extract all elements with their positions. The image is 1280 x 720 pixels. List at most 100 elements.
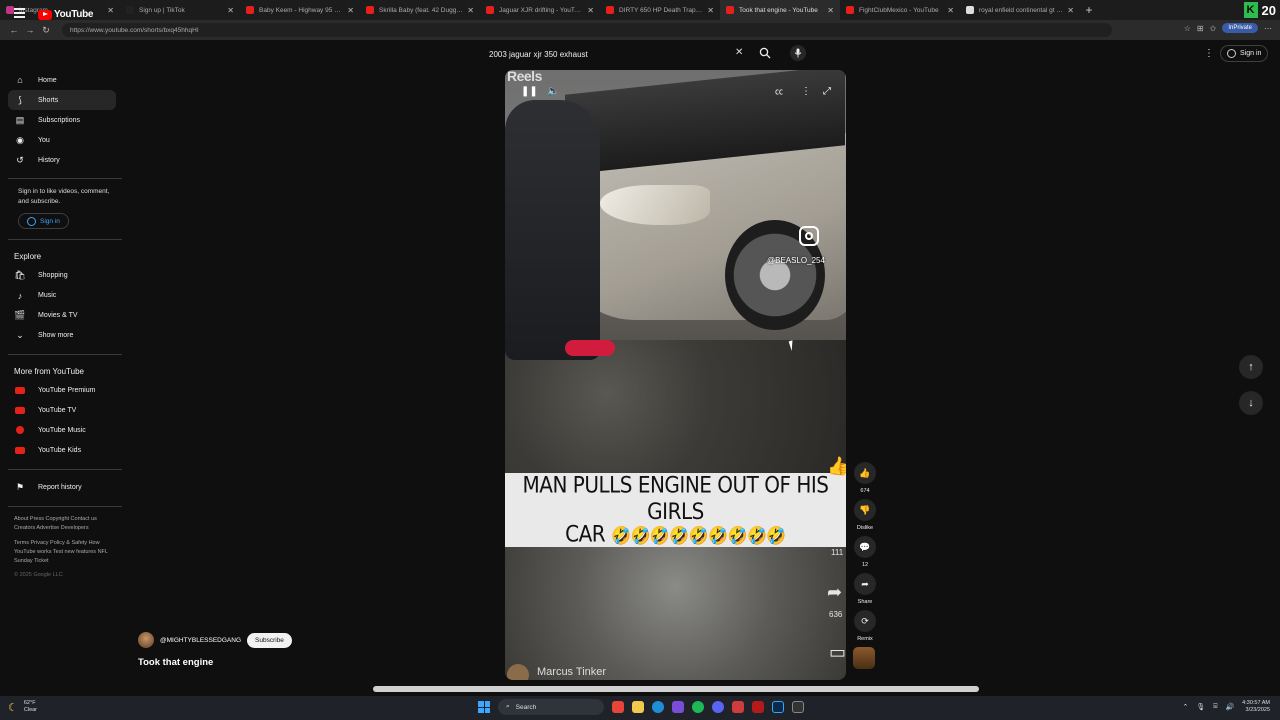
sidebar-item-label: YouTube Music — [38, 427, 86, 434]
file-explorer-icon[interactable] — [632, 701, 644, 713]
inprivate-badge[interactable]: InPrivate — [1222, 23, 1258, 33]
dislike-button[interactable]: 👎 — [854, 499, 876, 521]
youtube-kids-icon — [14, 446, 26, 456]
close-tab-icon[interactable]: ✕ — [227, 6, 234, 15]
discord-icon[interactable] — [712, 701, 724, 713]
close-tab-icon[interactable]: ✕ — [827, 6, 834, 15]
app-icon[interactable] — [732, 701, 744, 713]
close-tab-icon[interactable]: ✕ — [587, 6, 594, 15]
sidebar-item-label: Movies & TV — [38, 312, 78, 319]
volume-icon[interactable]: 🔈 — [547, 86, 559, 97]
search-icon: ⌕ — [506, 703, 510, 710]
remix-button[interactable]: ⟳ — [854, 610, 876, 632]
channel-handle[interactable]: @MIGHTYBLESSEDGANG — [160, 637, 241, 644]
sidebar-item-youtube-premium[interactable]: YouTube Premium — [8, 381, 116, 401]
sidebar-item-subscriptions[interactable]: ▤ Subscriptions — [8, 110, 116, 130]
caption-line-1: MAN PULLS ENGINE OUT OF HIS GIRLS — [522, 471, 829, 525]
back-icon[interactable]: ← — [6, 25, 22, 35]
close-tab-icon[interactable]: ✕ — [1067, 6, 1074, 15]
sidebar-item-youtube-music[interactable]: YouTube Music — [8, 421, 116, 441]
like-label: 674 — [860, 488, 870, 494]
subscribe-button[interactable]: Subscribe — [247, 632, 292, 648]
fullscreen-icon[interactable]: ⤢ — [823, 86, 831, 97]
youtube-logo[interactable]: YouTube — [38, 9, 94, 20]
edge-icon[interactable] — [652, 701, 664, 713]
copyright-text: © 2025 Google LLC — [14, 571, 63, 578]
close-tab-icon[interactable]: ✕ — [107, 6, 114, 15]
footer-links-primary[interactable]: About Press Copyright Contact us Creator… — [0, 515, 110, 533]
tray-chevron-icon[interactable]: ⌃ — [1182, 703, 1188, 711]
sidebar-item-show-more[interactable]: ⌄ Show more — [8, 326, 116, 346]
acrobat-icon[interactable] — [752, 701, 764, 713]
sidebar-item-youtube-kids[interactable]: YouTube Kids — [8, 441, 116, 461]
captions-icon[interactable]: ㏄ — [775, 86, 783, 97]
terminal-icon[interactable] — [792, 701, 804, 713]
voice-search-button[interactable] — [790, 45, 806, 61]
sidebar-item-you[interactable]: ◉ You — [8, 130, 116, 150]
new-tab-button[interactable]: + — [1080, 3, 1098, 17]
microphone-icon[interactable]: 🎙 — [1196, 703, 1205, 711]
search-icon[interactable] — [759, 47, 771, 59]
star-icon[interactable]: ☆ — [1184, 24, 1191, 33]
browser-tab[interactable]: royal enfield continental gt 650 bl✕ — [960, 0, 1080, 20]
share-button[interactable]: ➦ — [854, 573, 876, 595]
browser-tab[interactable]: Sign up | TikTok ✕ — [120, 0, 240, 20]
close-tab-icon[interactable]: ✕ — [947, 6, 954, 15]
pause-icon[interactable]: ❚❚ — [521, 86, 538, 97]
forward-icon[interactable]: → — [22, 25, 38, 35]
browser-tab[interactable]: Jaguar XJR drifting - YouTube ✕ — [480, 0, 600, 20]
clear-search-icon[interactable]: ✕ — [735, 47, 743, 58]
browser-tab[interactable]: Skrilla Baby (feat. 42 Dugg) - Wen ✕ — [360, 0, 480, 20]
comments-button[interactable]: 💬 — [854, 536, 876, 558]
close-tab-icon[interactable]: ✕ — [707, 6, 714, 15]
next-short-button[interactable]: ↓ — [1239, 391, 1263, 415]
sidebar-item-home[interactable]: ⌂ Home — [8, 70, 116, 90]
browser-tab[interactable]: Took that engine - YouTube ✕ — [720, 0, 840, 20]
volume-icon[interactable]: 🔊 — [1225, 703, 1234, 711]
channel-avatar[interactable] — [138, 632, 154, 648]
sidebar-item-music[interactable]: ♪ Music — [8, 286, 116, 306]
settings-kebab-icon[interactable]: ⋮ — [1204, 48, 1214, 59]
clock[interactable]: 4:30:57 AM 3/23/2025 — [1242, 700, 1270, 714]
spotify-icon[interactable] — [692, 701, 704, 713]
sidebar-item-shopping[interactable]: 🛍 Shopping — [8, 266, 116, 286]
shorts-video-player[interactable]: Reels @BEASLO_254 ❚❚ 🔈 ㏄ ⋮ ⤢ MAN PULLS E… — [505, 70, 846, 680]
url-field[interactable]: https://www.youtube.com/shorts/bxq45hhqH… — [62, 23, 1112, 37]
previous-short-button[interactable]: ↑ — [1239, 355, 1263, 379]
video-title: Took that engine — [138, 657, 214, 668]
app-icon[interactable] — [672, 701, 684, 713]
reload-icon[interactable]: ↻ — [38, 25, 54, 36]
comments-action: 💬 12 — [853, 536, 877, 568]
video-more-icon[interactable]: ⋮ — [801, 86, 811, 97]
windows-start-icon[interactable] — [478, 701, 490, 713]
search-input[interactable]: 2003 jaguar xjr 350 exhaust — [481, 47, 752, 61]
sidebar-item-shorts[interactable]: ⟆ Shorts — [8, 90, 116, 110]
remix-icon: ⟳ — [861, 615, 869, 626]
chrome-icon[interactable] — [612, 701, 624, 713]
browser-menu-icon[interactable]: ⋯ — [1264, 24, 1272, 33]
k-badge[interactable]: K — [1243, 2, 1258, 18]
browser-tab[interactable]: FightClubMexico - YouTube ✕ — [840, 0, 960, 20]
menu-icon[interactable] — [14, 8, 25, 20]
sign-in-button[interactable]: Sign in — [1220, 45, 1269, 62]
sidebar-item-history[interactable]: ↺ History — [8, 150, 116, 170]
sidebar-item-youtube-tv[interactable]: YouTube TV — [8, 401, 116, 421]
photoshop-icon[interactable] — [772, 701, 784, 713]
sidebar-item-movies-tv[interactable]: 🎬 Movies & TV — [8, 306, 116, 326]
sound-thumbnail[interactable] — [853, 647, 875, 669]
favorites-icon[interactable]: ✩ — [1210, 24, 1217, 33]
sidebar-item-label: YouTube TV — [38, 407, 77, 414]
browser-tab[interactable]: Baby Keem - Highway 95 pt. 2 (Off ✕ — [240, 0, 360, 20]
close-tab-icon[interactable]: ✕ — [467, 6, 474, 15]
sidebar-sign-in-button[interactable]: Sign in — [18, 213, 69, 229]
extensions-icon[interactable]: ⊞ — [1197, 24, 1204, 33]
taskbar-search[interactable]: ⌕ Search — [498, 699, 604, 715]
weather-widget[interactable]: ☾ 62°F Clear — [8, 700, 37, 714]
close-tab-icon[interactable]: ✕ — [347, 6, 354, 15]
like-button[interactable]: 👍 — [854, 462, 876, 484]
network-icon[interactable]: ⌸ — [1213, 703, 1217, 711]
horizontal-scrollbar[interactable] — [373, 686, 979, 692]
browser-tab[interactable]: DIRTY 650 HP Death Trap | Big Tur ✕ — [600, 0, 720, 20]
footer-links-secondary[interactable]: Terms Privacy Policy & Safety How YouTub… — [0, 539, 110, 566]
sidebar-item-report-history[interactable]: ⚑ Report history — [8, 478, 116, 498]
